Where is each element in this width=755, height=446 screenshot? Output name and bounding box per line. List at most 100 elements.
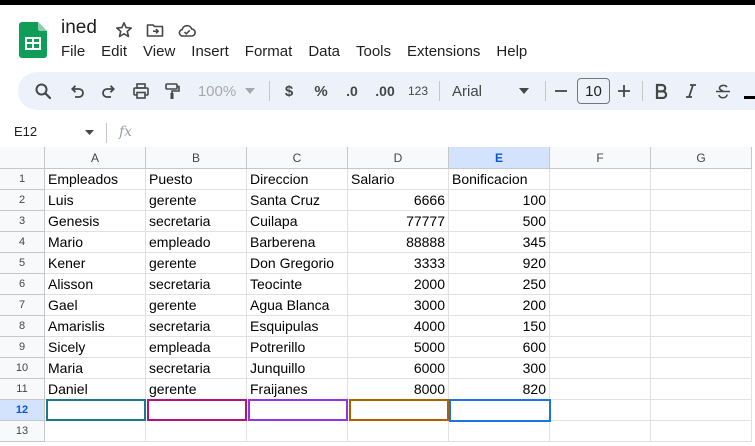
cell-e11[interactable]: 820 xyxy=(449,379,550,400)
cell-g2[interactable] xyxy=(651,190,752,211)
cell-e9[interactable]: 600 xyxy=(449,337,550,358)
cell-f7[interactable] xyxy=(550,295,651,316)
cell-f8[interactable] xyxy=(550,316,651,337)
cell-a1[interactable]: Empleados xyxy=(45,169,146,190)
cell-c9[interactable]: Potrerillo xyxy=(247,337,348,358)
cell-g10[interactable] xyxy=(651,358,752,379)
strikethrough-button[interactable] xyxy=(714,72,732,110)
cell-a8[interactable]: Amarislis xyxy=(45,316,146,337)
cell-c11[interactable]: Fraijanes xyxy=(247,379,348,400)
name-box-dropdown-icon[interactable] xyxy=(85,130,94,135)
cell-c5[interactable]: Don Gregorio xyxy=(247,253,348,274)
paint-format-button[interactable] xyxy=(161,72,183,110)
cell-c6[interactable]: Teocinte xyxy=(247,274,348,295)
more-formats-button[interactable]: 123 xyxy=(405,72,431,110)
column-header-b[interactable]: B xyxy=(146,147,247,169)
cell-a2[interactable]: Luis xyxy=(45,190,146,211)
decrease-decimal-button[interactable]: .0 xyxy=(340,72,364,110)
row-header-13[interactable]: 13 xyxy=(0,421,45,442)
menu-extensions[interactable]: Extensions xyxy=(407,43,480,63)
row-header-4[interactable]: 4 xyxy=(0,232,45,253)
cell-g7[interactable] xyxy=(651,295,752,316)
cell-g11[interactable] xyxy=(651,379,752,400)
menu-tools[interactable]: Tools xyxy=(356,43,391,63)
cell-b7[interactable]: gerente xyxy=(146,295,247,316)
cell-d13[interactable] xyxy=(348,421,449,442)
cell-g12[interactable] xyxy=(651,400,752,421)
cell-a13[interactable] xyxy=(45,421,146,442)
cell-e2[interactable]: 100 xyxy=(449,190,550,211)
cell-c8[interactable]: Esquipulas xyxy=(247,316,348,337)
cell-a3[interactable]: Genesis xyxy=(45,211,146,232)
percent-format-button[interactable]: % xyxy=(310,72,332,110)
cell-f12[interactable] xyxy=(550,400,651,421)
cell-c13[interactable] xyxy=(247,421,348,442)
cell-b5[interactable]: gerente xyxy=(146,253,247,274)
cell-d6[interactable]: 2000 xyxy=(348,274,449,295)
cell-c1[interactable]: Direccion xyxy=(247,169,348,190)
font-size-input[interactable]: 10 xyxy=(577,78,610,104)
column-header-d[interactable]: D xyxy=(348,147,449,169)
cell-d12[interactable] xyxy=(348,400,449,421)
cell-b3[interactable]: secretaria xyxy=(146,211,247,232)
cell-e5[interactable]: 920 xyxy=(449,253,550,274)
cell-c12[interactable] xyxy=(247,400,348,421)
cell-d2[interactable]: 6666 xyxy=(348,190,449,211)
undo-button[interactable] xyxy=(66,72,88,110)
cell-a7[interactable]: Gael xyxy=(45,295,146,316)
currency-format-button[interactable]: $ xyxy=(280,72,298,110)
cell-g8[interactable] xyxy=(651,316,752,337)
row-header-11[interactable]: 11 xyxy=(0,379,45,400)
cell-d3[interactable]: 77777 xyxy=(348,211,449,232)
star-icon[interactable] xyxy=(115,21,133,39)
cell-g9[interactable] xyxy=(651,337,752,358)
cell-e3[interactable]: 500 xyxy=(449,211,550,232)
cell-d10[interactable]: 6000 xyxy=(348,358,449,379)
cell-b4[interactable]: empleado xyxy=(146,232,247,253)
search-menus-button[interactable] xyxy=(32,72,54,110)
cell-b10[interactable]: secretaria xyxy=(146,358,247,379)
menu-file[interactable]: File xyxy=(61,43,85,63)
cell-c4[interactable]: Barberena xyxy=(247,232,348,253)
redo-button[interactable] xyxy=(98,72,120,110)
cell-d4[interactable]: 88888 xyxy=(348,232,449,253)
cloud-saved-icon[interactable] xyxy=(178,21,196,39)
column-header-a[interactable]: A xyxy=(45,147,146,169)
print-button[interactable] xyxy=(130,72,152,110)
increase-font-size-button[interactable] xyxy=(616,72,632,110)
decrease-font-size-button[interactable] xyxy=(553,72,569,110)
cell-a5[interactable]: Kener xyxy=(45,253,146,274)
formula-input[interactable] xyxy=(140,122,750,144)
row-header-6[interactable]: 6 xyxy=(0,274,45,295)
cell-e10[interactable]: 300 xyxy=(449,358,550,379)
cell-e1[interactable]: Bonificacion xyxy=(449,169,550,190)
sheets-logo-icon[interactable] xyxy=(19,22,47,58)
row-header-10[interactable]: 10 xyxy=(0,358,45,379)
cell-b1[interactable]: Puesto xyxy=(146,169,247,190)
cell-f9[interactable] xyxy=(550,337,651,358)
cell-b6[interactable]: secretaria xyxy=(146,274,247,295)
cell-g4[interactable] xyxy=(651,232,752,253)
zoom-dropdown-button[interactable] xyxy=(244,72,256,110)
italic-button[interactable] xyxy=(682,72,700,110)
cell-d11[interactable]: 8000 xyxy=(348,379,449,400)
font-dropdown-button[interactable] xyxy=(518,72,530,110)
cell-e12[interactable] xyxy=(449,400,550,421)
column-header-c[interactable]: C xyxy=(247,147,348,169)
cell-b11[interactable]: gerente xyxy=(146,379,247,400)
cell-f4[interactable] xyxy=(550,232,651,253)
cell-c10[interactable]: Junquillo xyxy=(247,358,348,379)
cell-f6[interactable] xyxy=(550,274,651,295)
column-header-f[interactable]: F xyxy=(550,147,651,169)
bold-button[interactable] xyxy=(652,72,670,110)
cell-f3[interactable] xyxy=(550,211,651,232)
cell-g3[interactable] xyxy=(651,211,752,232)
select-all-corner[interactable] xyxy=(0,147,45,169)
increase-decimal-button[interactable]: .00 xyxy=(371,72,399,110)
cell-f1[interactable] xyxy=(550,169,651,190)
row-header-7[interactable]: 7 xyxy=(0,295,45,316)
row-header-8[interactable]: 8 xyxy=(0,316,45,337)
cell-f2[interactable] xyxy=(550,190,651,211)
row-header-9[interactable]: 9 xyxy=(0,337,45,358)
cell-c3[interactable]: Cuilapa xyxy=(247,211,348,232)
